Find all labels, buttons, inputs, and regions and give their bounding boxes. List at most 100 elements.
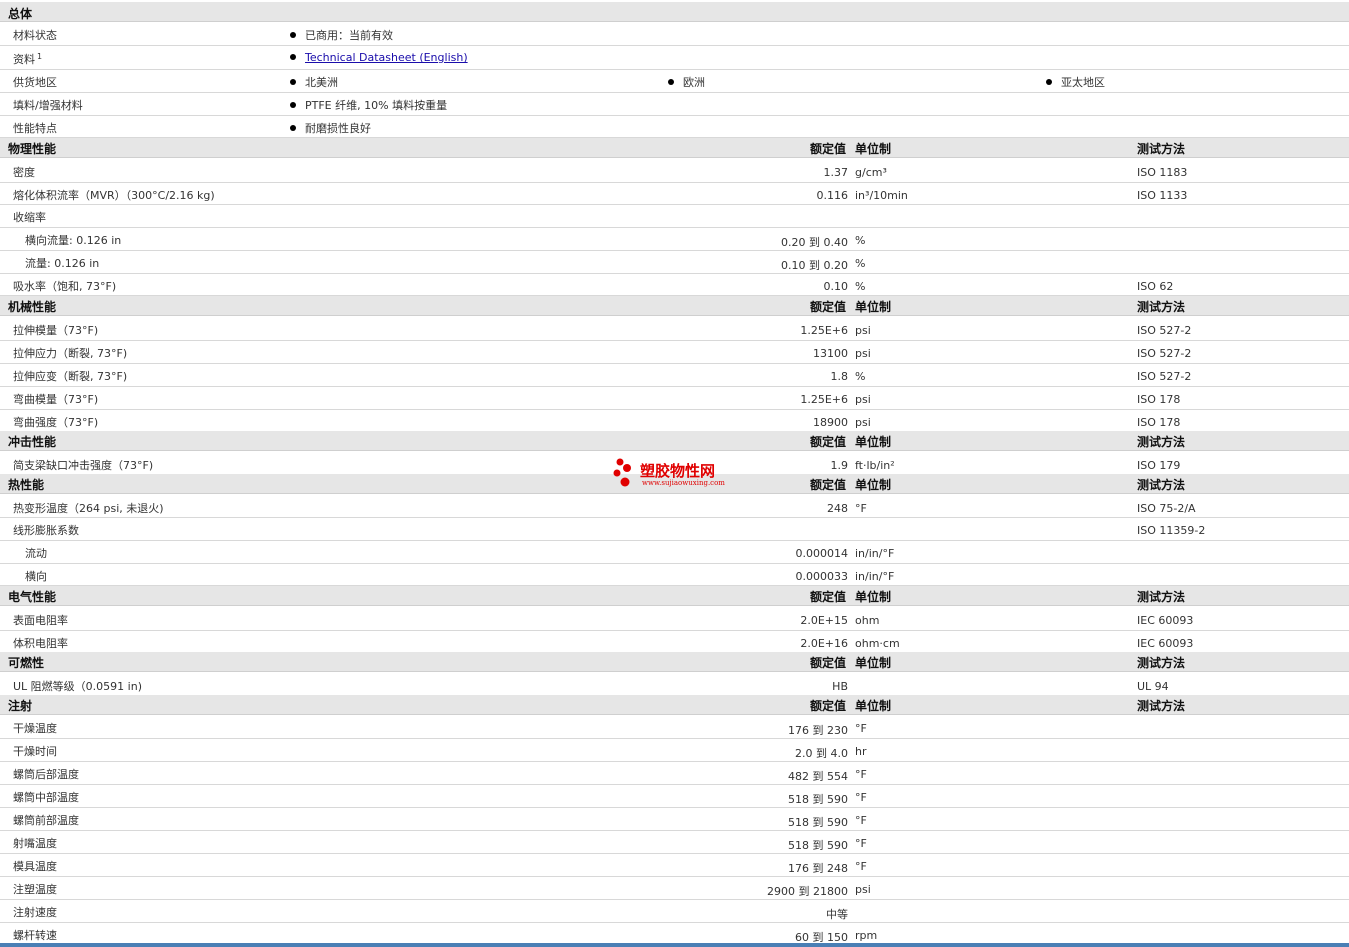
column-header-value: 额定值: [809, 656, 846, 670]
table-row: 吸水率（饱和, 73°F) 0.10% ISO 62: [0, 274, 1349, 296]
column-header-unit: 单位制: [855, 435, 892, 449]
bullet-icon: [1046, 79, 1052, 85]
property-value: 176 到 248: [788, 862, 848, 875]
property-label: 收缩率: [13, 211, 46, 224]
table-row: 干燥温度 176 到 230 °F: [0, 716, 1349, 739]
row-label: 供货地区: [13, 76, 57, 89]
table-row: 流量: 0.126 in 0.10 到 0.20%: [0, 251, 1349, 274]
property-label: 螺筒后部温度: [13, 768, 79, 781]
section-general: 总体: [0, 2, 1349, 22]
property-value: 482 到 554: [788, 770, 848, 783]
section-injection: 注射 额定值 单位制 测试方法: [0, 695, 1349, 715]
property-value: 2.0 到 4.0: [795, 747, 848, 760]
property-value: 2900 到 21800: [767, 885, 848, 898]
property-unit: psi: [855, 883, 871, 896]
section-title-physical: 物理性能: [8, 142, 57, 156]
property-label: 干燥时间: [13, 745, 57, 758]
column-header-method: 测试方法: [1137, 142, 1186, 156]
section-title-electrical: 电气性能: [8, 590, 57, 604]
property-unit: rpm: [855, 929, 878, 942]
test-method: UL 94: [1137, 680, 1169, 693]
bottom-bar: [0, 943, 1349, 947]
table-row: 拉伸模量（73°F) 1.25E+6 psi ISO 527-2: [0, 318, 1349, 341]
property-unit: °F: [855, 791, 867, 804]
table-row: 收缩率: [0, 205, 1349, 228]
section-title-injection: 注射: [8, 699, 33, 713]
property-value: 0.000014: [795, 547, 849, 560]
property-label: 弯曲强度（73°F): [13, 416, 99, 429]
property-unit: ft·lb/in²: [855, 459, 895, 472]
property-label: 横向流量: 0.126 in: [25, 234, 122, 247]
table-row: 拉伸应力（断裂, 73°F) 13100 psi ISO 527-2: [0, 341, 1349, 364]
section-impact: 冲击性能 额定值 单位制 测试方法: [0, 431, 1349, 451]
test-method: ISO 527-2: [1137, 324, 1192, 337]
property-unit: hr: [855, 745, 867, 758]
column-header-value: 额定值: [809, 142, 846, 156]
property-unit: °F: [855, 768, 867, 781]
property-unit: in³/10min: [855, 189, 908, 202]
property-value: HB: [832, 680, 848, 693]
property-value: 18900: [813, 416, 848, 429]
property-label: 拉伸应变（断裂, 73°F): [13, 370, 128, 383]
column-header-value: 额定值: [809, 699, 846, 713]
test-method: ISO 1133: [1137, 189, 1188, 202]
property-value: 1.25E+6: [800, 393, 848, 406]
property-label: 拉伸应力（断裂, 73°F): [13, 347, 128, 360]
property-label: 横向: [25, 570, 47, 583]
column-header-method: 测试方法: [1137, 590, 1186, 604]
column-header-unit: 单位制: [855, 590, 892, 604]
property-label: 简支梁缺口冲击强度（73°F): [13, 459, 154, 472]
table-row: 密度 1.37 g/cm³ ISO 1183: [0, 160, 1349, 183]
property-label: 拉伸模量（73°F): [13, 324, 99, 337]
table-row: 螺筒后部温度 482 到 554 °F: [0, 762, 1349, 785]
section-title-mechanical: 机械性能: [8, 300, 57, 314]
column-header-unit: 单位制: [855, 478, 892, 492]
column-header-value: 额定值: [809, 300, 846, 314]
test-method: IEC 60093: [1137, 637, 1194, 650]
table-row: 螺杆转速 60 到 150 rpm: [0, 923, 1349, 945]
datasheet-link-item: Technical Datasheet (English): [290, 51, 468, 64]
property-value: 518 到 590: [788, 816, 848, 829]
test-method: ISO 178: [1137, 416, 1181, 429]
property-value: 1.37: [823, 166, 849, 179]
general-row-docs: 资料 1 Technical Datasheet (English): [0, 46, 1349, 70]
property-label: 射嘴温度: [13, 837, 57, 850]
section-flammability: 可燃性 额定值 单位制 测试方法: [0, 652, 1349, 672]
property-label: 表面电阻率: [13, 614, 68, 627]
section-electrical: 电气性能 额定值 单位制 测试方法: [0, 586, 1349, 606]
list-item: 欧洲: [668, 74, 705, 90]
table-row: 体积电阻率 2.0E+16 ohm·cm IEC 60093: [0, 631, 1349, 653]
property-value: 0.000033: [795, 570, 849, 583]
test-method: ISO 11359-2: [1137, 524, 1206, 537]
property-label: 弯曲模量（73°F): [13, 393, 99, 406]
bullet-icon: [290, 54, 296, 60]
property-value: 0.116: [816, 189, 849, 202]
watermark-name: 塑胶物性网: [640, 462, 716, 480]
property-value: 248: [827, 502, 848, 515]
column-header-method: 测试方法: [1137, 478, 1186, 492]
general-row-status: 材料状态 已商用：当前有效: [0, 22, 1349, 46]
property-label: 模具温度: [13, 860, 57, 873]
section-title-impact: 冲击性能: [8, 435, 57, 449]
property-unit: g/cm³: [855, 166, 887, 179]
list-item: 亚太地区: [1046, 74, 1105, 90]
general-row-filler: 填料/增强材料 PTFE 纤维, 10% 填料按重量: [0, 92, 1349, 116]
column-header-unit: 单位制: [855, 699, 892, 713]
list-item: 已商用：当前有效: [290, 27, 393, 43]
table-row: 螺筒前部温度 518 到 590 °F: [0, 808, 1349, 831]
test-method: ISO 62: [1137, 280, 1174, 293]
property-value: 0.20 到 0.40: [781, 236, 848, 249]
table-row: 注塑温度 2900 到 21800 psi: [0, 877, 1349, 900]
section-title-flammability: 可燃性: [8, 656, 45, 670]
technical-datasheet-link[interactable]: Technical Datasheet (English): [305, 51, 468, 64]
row-label: 材料状态: [13, 29, 57, 42]
property-unit: %: [855, 257, 866, 270]
column-header-value: 额定值: [809, 590, 846, 604]
property-value: 1.9: [830, 459, 849, 472]
row-label: 资料 1: [13, 52, 43, 66]
general-row-regions: 供货地区 北美洲 欧洲 亚太地区: [0, 69, 1349, 93]
column-header-method: 测试方法: [1137, 656, 1186, 670]
list-item: 北美洲: [290, 74, 338, 90]
table-row: 熔化体积流率（MVR）（300°C/2.16 kg) 0.116 in³/10min…: [0, 183, 1349, 205]
property-label: 注射速度: [13, 906, 57, 919]
